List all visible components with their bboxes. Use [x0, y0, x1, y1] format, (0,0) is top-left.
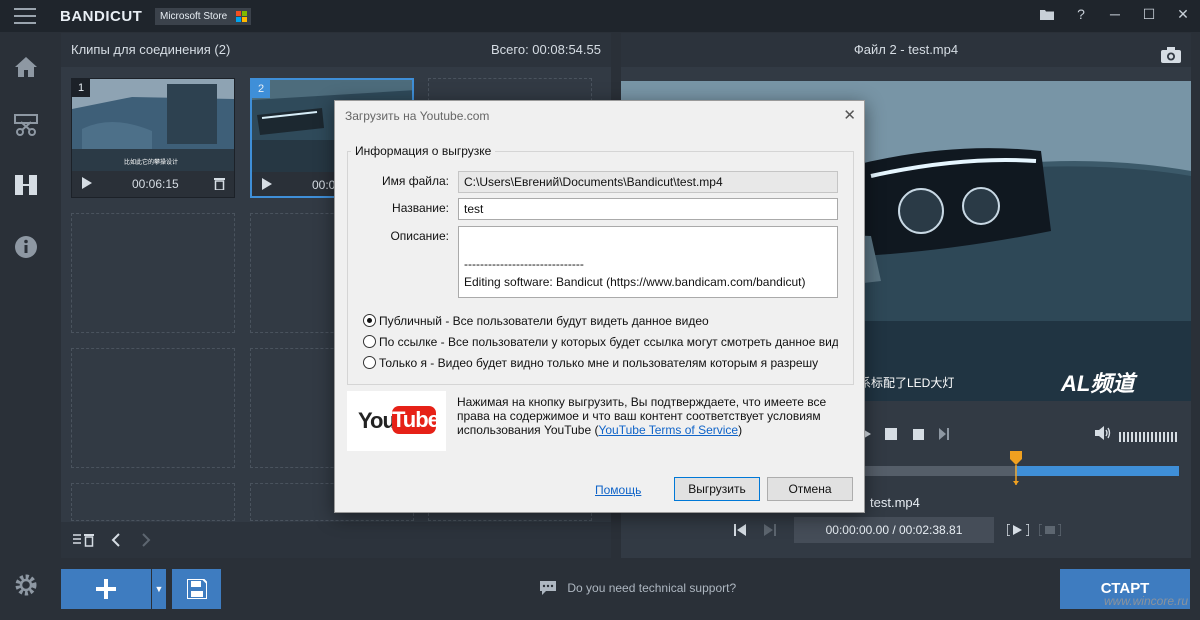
technical-support-link[interactable]: Do you need technical support?: [540, 581, 736, 595]
windows-flag-icon: [236, 11, 248, 22]
info-icon[interactable]: [13, 234, 39, 260]
set-end-icon[interactable]: [1006, 523, 1030, 541]
next-frame-icon[interactable]: [939, 427, 949, 445]
add-files-dropdown[interactable]: ▼: [152, 569, 166, 609]
playhead-marker[interactable]: [1009, 451, 1023, 492]
play-icon[interactable]: [262, 178, 272, 193]
home-icon[interactable]: [13, 54, 39, 80]
youtube-logo-you: You: [358, 408, 396, 433]
chevron-right-icon[interactable]: [141, 532, 151, 553]
privacy-unlisted-label: По ссылке - Все пользователи у которых б…: [379, 335, 838, 349]
empty-clip-slot[interactable]: [71, 483, 235, 521]
clips-title: Клипы для соединения (2): [71, 42, 231, 57]
upload-button[interactable]: Выгрузить: [674, 477, 760, 501]
description-separator: ------------------------------: [464, 257, 584, 271]
settings-icon[interactable]: [13, 572, 39, 598]
cut-icon[interactable]: [13, 112, 39, 138]
store-badge-label: Microsoft Store: [160, 11, 228, 22]
radio-unselected[interactable]: [363, 356, 376, 369]
empty-clip-slot[interactable]: [71, 213, 235, 333]
stop-icon[interactable]: [885, 427, 897, 445]
description-textarea[interactable]: ------------------------------ Editing s…: [458, 226, 838, 298]
plus-icon: [96, 579, 116, 599]
minimize-button[interactable]: ─: [1098, 0, 1132, 28]
volume-slider[interactable]: [1119, 429, 1179, 447]
help-icon[interactable]: ?: [1064, 0, 1098, 28]
title-label: Название:: [392, 201, 449, 215]
time-display: 00:00:00.00 / 00:02:38.81: [794, 517, 994, 543]
add-files-button[interactable]: [61, 569, 151, 609]
title-input[interactable]: test: [458, 198, 838, 220]
clip-item[interactable]: 比如此它的攀操设计 1 00:06:15: [71, 78, 235, 198]
stop-icon[interactable]: [913, 427, 924, 445]
youtube-upload-dialog: Загрузить на Youtube.com ✕ Информация о …: [334, 100, 865, 513]
cancel-button[interactable]: Отмена: [767, 477, 853, 501]
volume-icon[interactable]: [1095, 426, 1111, 445]
maximize-button[interactable]: ☐: [1132, 0, 1166, 28]
privacy-public-option[interactable]: Публичный - Все пользователи будут видет…: [363, 314, 838, 328]
privacy-private-option[interactable]: Только я - Видео будет видно только мне …: [363, 356, 838, 370]
microsoft-store-badge[interactable]: Microsoft Store: [155, 8, 252, 25]
timeline-selected-range: [1015, 466, 1179, 476]
preview-header: Файл 2 - test.mp4: [621, 33, 1191, 67]
window-controls: ? ─ ☐ ✕: [1030, 0, 1200, 32]
clip-thumbnail[interactable]: 比如此它的攀操设计: [72, 79, 234, 171]
youtube-logo: You Tube: [347, 391, 446, 451]
dialog-title: Загрузить на Youtube.com: [345, 109, 490, 123]
privacy-unlisted-option[interactable]: По ссылке - Все пользователи у которых б…: [363, 335, 838, 349]
save-list-button[interactable]: [172, 569, 221, 609]
clip-duration: 00:06:15: [132, 177, 179, 191]
help-link[interactable]: Помощь: [595, 483, 641, 497]
close-button[interactable]: ✕: [1166, 0, 1200, 28]
privacy-public-label: Публичный - Все пользователи будут видет…: [379, 314, 709, 328]
close-icon[interactable]: ✕: [843, 106, 856, 124]
filename-label: Имя файла:: [382, 174, 449, 188]
skip-start-icon[interactable]: [734, 523, 746, 541]
privacy-private-label: Только я - Видео будет видно только мне …: [379, 356, 819, 370]
filename-field[interactable]: C:\Users\Евгений\Documents\Bandicut\test…: [458, 171, 838, 193]
clip-controls: 00:06:15: [72, 171, 234, 199]
side-navigation: [0, 32, 52, 620]
clips-total-duration: Всего: 00:08:54.55: [491, 42, 601, 57]
camera-icon[interactable]: [1161, 42, 1181, 76]
app-logo: BANDICUT: [60, 8, 143, 25]
clips-footer: [61, 522, 611, 558]
radio-unselected[interactable]: [363, 335, 376, 348]
chat-icon: [540, 581, 556, 595]
folder-icon[interactable]: [1030, 0, 1064, 28]
radio-selected[interactable]: [363, 314, 376, 327]
description-text: Editing software: Bandicut (https://www.…: [464, 275, 806, 289]
title-bar: BANDICUT Microsoft Store ? ─ ☐ ✕: [0, 0, 1200, 32]
description-label: Описание:: [390, 229, 449, 243]
consent-text: Нажимая на кнопку выгрузить, Вы подтверж…: [457, 395, 857, 437]
clip-caption: 比如此它的攀操设计: [124, 160, 179, 166]
consent-end: ): [738, 423, 743, 437]
clip-number: 1: [72, 79, 90, 97]
join-icon[interactable]: [13, 172, 39, 198]
trash-icon[interactable]: [214, 177, 225, 193]
youtube-logo-tube: Tube: [392, 406, 440, 434]
tos-link[interactable]: YouTube Terms of Service: [598, 423, 738, 437]
empty-clip-slot[interactable]: [71, 348, 235, 468]
menu-icon[interactable]: [14, 8, 36, 24]
play-icon[interactable]: [82, 177, 92, 192]
chevron-left-icon[interactable]: [111, 532, 121, 553]
clips-header: Клипы для соединения (2) Всего: 00:08:54…: [61, 33, 611, 67]
clip-number: 2: [252, 80, 270, 98]
floppy-icon: [187, 579, 207, 599]
clear-list-icon[interactable]: [73, 533, 95, 552]
preview-title: Файл 2 - test.mp4: [853, 42, 959, 57]
site-watermark: www.wincore.ru: [1103, 594, 1188, 608]
group-label: Информация о выгрузке: [351, 144, 496, 158]
channel-watermark: AL频道: [1061, 371, 1135, 396]
support-text: Do you need technical support?: [567, 581, 737, 595]
set-end-frame-icon[interactable]: [1038, 523, 1062, 541]
skip-end-icon[interactable]: [764, 523, 776, 541]
preview-file-label: test.mp4: [870, 495, 920, 510]
bandicut-window: BANDICUT Microsoft Store ? ─ ☐ ✕ Клипы д…: [0, 0, 1200, 620]
